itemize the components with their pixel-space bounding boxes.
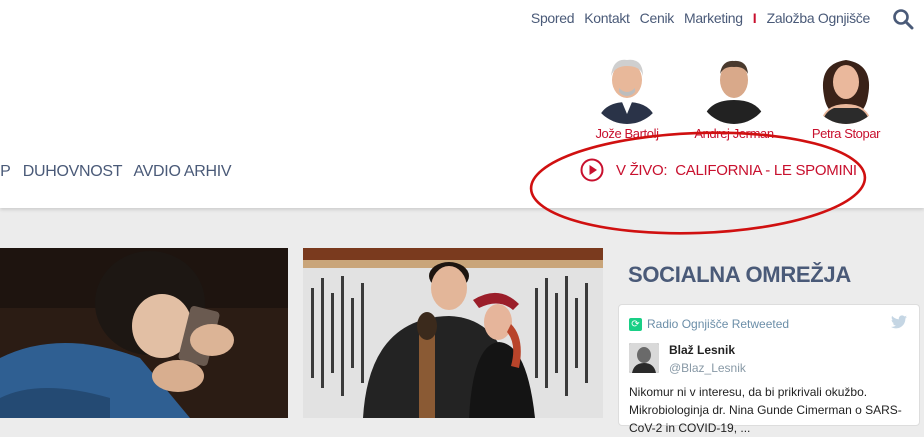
host-joze-bartolj[interactable]: Jože Bartolj: [587, 52, 667, 141]
top-navigation: Spored Kontakt Cenik Marketing I Založba…: [521, 10, 870, 26]
twitter-bird-icon[interactable]: [891, 315, 907, 329]
topnav-spored-link[interactable]: Spored: [531, 10, 575, 26]
live-label: V ŽIVO:: [616, 161, 668, 179]
mainnav-item-duhovnost[interactable]: DUHOVNOST: [23, 163, 123, 180]
article-card-musicians[interactable]: [303, 248, 603, 418]
host-petra-stopar[interactable]: Petra Stopar: [806, 52, 886, 141]
article-image: [0, 248, 288, 418]
social-section-title: SOCIALNA OMREŽJA: [628, 262, 851, 287]
live-now-player[interactable]: V ŽIVO: CALIFORNIA - LE SPOMINI: [580, 158, 857, 182]
play-icon[interactable]: [580, 158, 604, 182]
host-avatar: [591, 52, 663, 124]
host-name: Andrej Jerman: [694, 126, 774, 141]
host-andrej-jerman[interactable]: Andrej Jerman: [694, 52, 774, 141]
article-image: [303, 248, 603, 418]
tweet-author-name[interactable]: Blaž Lesnik: [669, 343, 735, 357]
retweet-icon: ⟳: [629, 317, 642, 331]
host-name: Jože Bartolj: [595, 126, 659, 141]
tweet-card[interactable]: ⟳ Radio Ognjišče Retweeted Blaž Lesnik @…: [618, 304, 920, 435]
topnav-separator: I: [752, 10, 757, 26]
retweeted-by: Radio Ognjišče Retweeted: [647, 317, 790, 331]
tweet-author-handle[interactable]: @Blaz_Lesnik: [669, 361, 746, 375]
article-card-child-phone[interactable]: [0, 248, 288, 418]
hosts-row: Jože Bartolj Andrej Jerman Petra Stopar: [590, 52, 890, 152]
retweet-info: ⟳ Radio Ognjišče Retweeted: [629, 317, 789, 331]
mainnav-item-avdio-arhiv[interactable]: AVDIO ARHIV: [133, 163, 231, 180]
search-icon[interactable]: [892, 8, 914, 30]
host-avatar: [698, 52, 770, 124]
main-navigation: IP DUHOVNOST AVDIO ARHIV: [0, 163, 239, 181]
tweet-author-avatar[interactable]: [629, 343, 659, 373]
topnav-marketing-link[interactable]: Marketing: [684, 10, 743, 26]
live-track-title: CALIFORNIA - LE SPOMINI: [675, 161, 857, 179]
mainnav-item[interactable]: IP: [0, 163, 11, 180]
site-header: Spored Kontakt Cenik Marketing I Založba…: [0, 0, 924, 208]
topnav-cenik-link[interactable]: Cenik: [640, 10, 675, 26]
topnav-kontakt-link[interactable]: Kontakt: [584, 10, 630, 26]
host-avatar: [810, 52, 882, 124]
host-name: Petra Stopar: [811, 126, 881, 141]
tweet-text: Nikomur ni v interesu, da bi prikrivali …: [629, 385, 902, 435]
topnav-publisher-link[interactable]: Založba Ognjišče: [767, 10, 871, 26]
